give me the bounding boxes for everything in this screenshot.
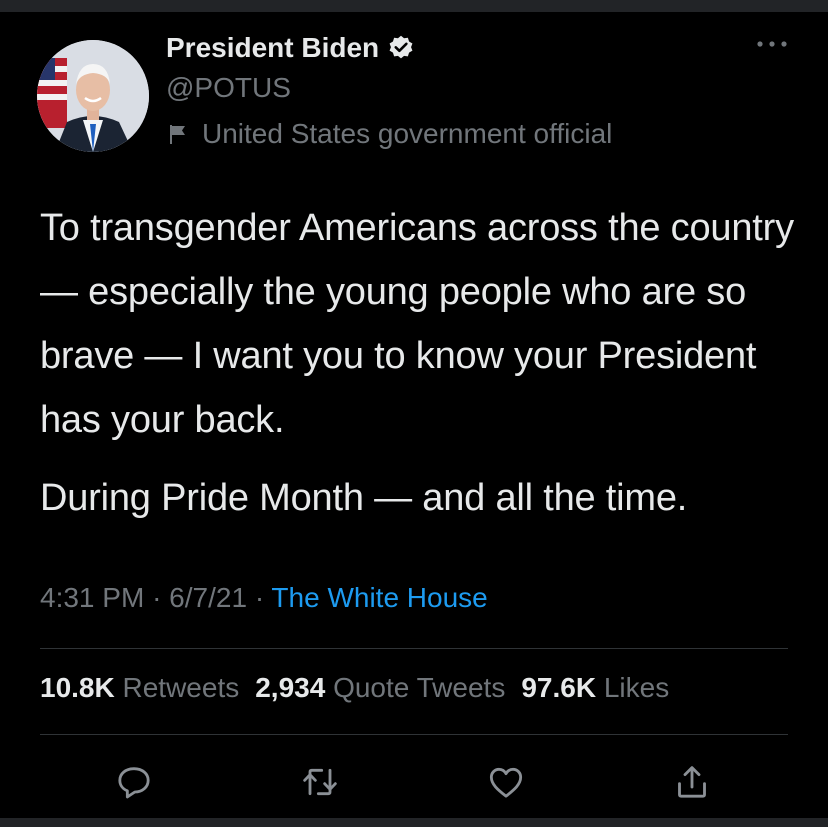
tweet-time[interactable]: 4:31 PM (40, 582, 144, 613)
flag-icon (166, 122, 190, 146)
share-icon[interactable] (670, 760, 714, 804)
account-label-text: United States government official (202, 118, 613, 149)
more-options-icon[interactable] (752, 32, 792, 56)
quote-tweets-stat[interactable]: 2,934 Quote Tweets (255, 672, 505, 703)
quote-tweets-count: 2,934 (255, 672, 326, 703)
engagement-stats: 10.8K Retweets 2,934 Quote Tweets 97.6K Li… (40, 672, 669, 704)
likes-count: 97.6K (521, 672, 597, 703)
bottom-edge (0, 818, 828, 827)
meta-separator: · (254, 582, 265, 613)
tweet-paragraph: During Pride Month — and all the time. (40, 477, 688, 519)
retweets-count: 10.8K (40, 672, 115, 703)
avatar[interactable] (37, 40, 149, 152)
avatar-photo (37, 40, 149, 152)
verified-badge-icon (387, 34, 415, 62)
top-edge (0, 0, 828, 12)
tweet-text: To transgender Americans across the coun… (40, 196, 800, 530)
retweet-icon[interactable] (298, 760, 342, 804)
tweet-date[interactable]: 6/7/21 (169, 582, 247, 613)
divider (40, 734, 788, 735)
tweet-paragraph: To transgender Americans across the coun… (40, 207, 794, 441)
account-label[interactable]: United States government official (166, 116, 612, 152)
handle[interactable]: @POTUS (166, 72, 291, 104)
retweets-stat[interactable]: 10.8K Retweets (40, 672, 239, 703)
meta-separator: · (152, 582, 162, 613)
quote-tweets-label: Quote Tweets (333, 672, 506, 703)
likes-label: Likes (603, 672, 670, 703)
retweets-label: Retweets (122, 672, 240, 703)
tweet-source-link[interactable]: The White House (271, 582, 487, 613)
divider (40, 648, 788, 649)
likes-stat[interactable]: 97.6K Likes (521, 672, 669, 703)
tweet-metadata: 4:31 PM · 6/7/21 · The White House (40, 582, 488, 614)
action-bar (0, 752, 828, 812)
heart-icon[interactable] (484, 760, 528, 804)
display-name[interactable]: President Biden (166, 32, 379, 64)
reply-icon[interactable] (112, 760, 156, 804)
author-name-row: President Biden (166, 28, 415, 68)
